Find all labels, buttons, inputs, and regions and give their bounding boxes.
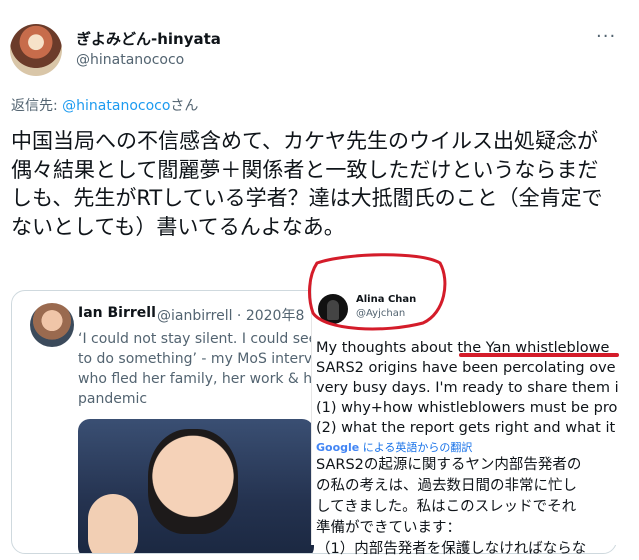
avatar[interactable] <box>30 303 74 347</box>
avatar[interactable] <box>10 24 62 76</box>
translation-attribution: Google による英語からの翻訳 <box>316 439 472 455</box>
reply-prefix: 返信先: <box>11 98 63 114</box>
reply-mention-link[interactable]: @hinatanococo <box>62 98 170 114</box>
translation-label: による英語からの翻訳 <box>359 441 473 454</box>
tweet-body: 中国当局への不信感含めて、カケヤ先生のウイルス出処疑念が偶々結果として閻麗夢＋関… <box>11 129 603 239</box>
quoted-text: ‘I could not stay silent. I could see to… <box>78 331 318 407</box>
user-handle[interactable]: @hinatanococo <box>76 52 184 68</box>
overlay-handle: @Ayjchan <box>356 308 406 319</box>
photo-hand <box>88 494 138 553</box>
reply-context: 返信先: @hinatanococoさん <box>11 95 198 115</box>
red-underline-annotation <box>459 353 619 357</box>
photo-face <box>148 429 238 534</box>
quoted-display-name[interactable]: Ian Birrell <box>78 305 156 321</box>
overlay-translated-text: SARS2の起源に関するヤン内部告発者の の私の考えは、過去数日間の非常に忙し … <box>316 457 587 557</box>
display-name[interactable]: ぎよみどん-hinyata <box>76 28 221 49</box>
screenshot-overlay: Alina Chan @Ayjchan My thoughts about th… <box>311 283 639 557</box>
reply-suffix: さん <box>170 98 199 114</box>
google-logo-text: Google <box>316 441 360 454</box>
tweet-card[interactable]: ぎよみどん-hinyata @hinatanococo ··· 返信先: @hi… <box>0 0 639 557</box>
quoted-handle-date: @ianbirrell · 2020年8 <box>157 308 305 324</box>
quoted-photo[interactable] <box>78 419 314 553</box>
avatar <box>318 294 348 324</box>
more-horizontal-icon[interactable]: ··· <box>596 26 616 47</box>
overlay-display-name: Alina Chan <box>356 294 417 305</box>
